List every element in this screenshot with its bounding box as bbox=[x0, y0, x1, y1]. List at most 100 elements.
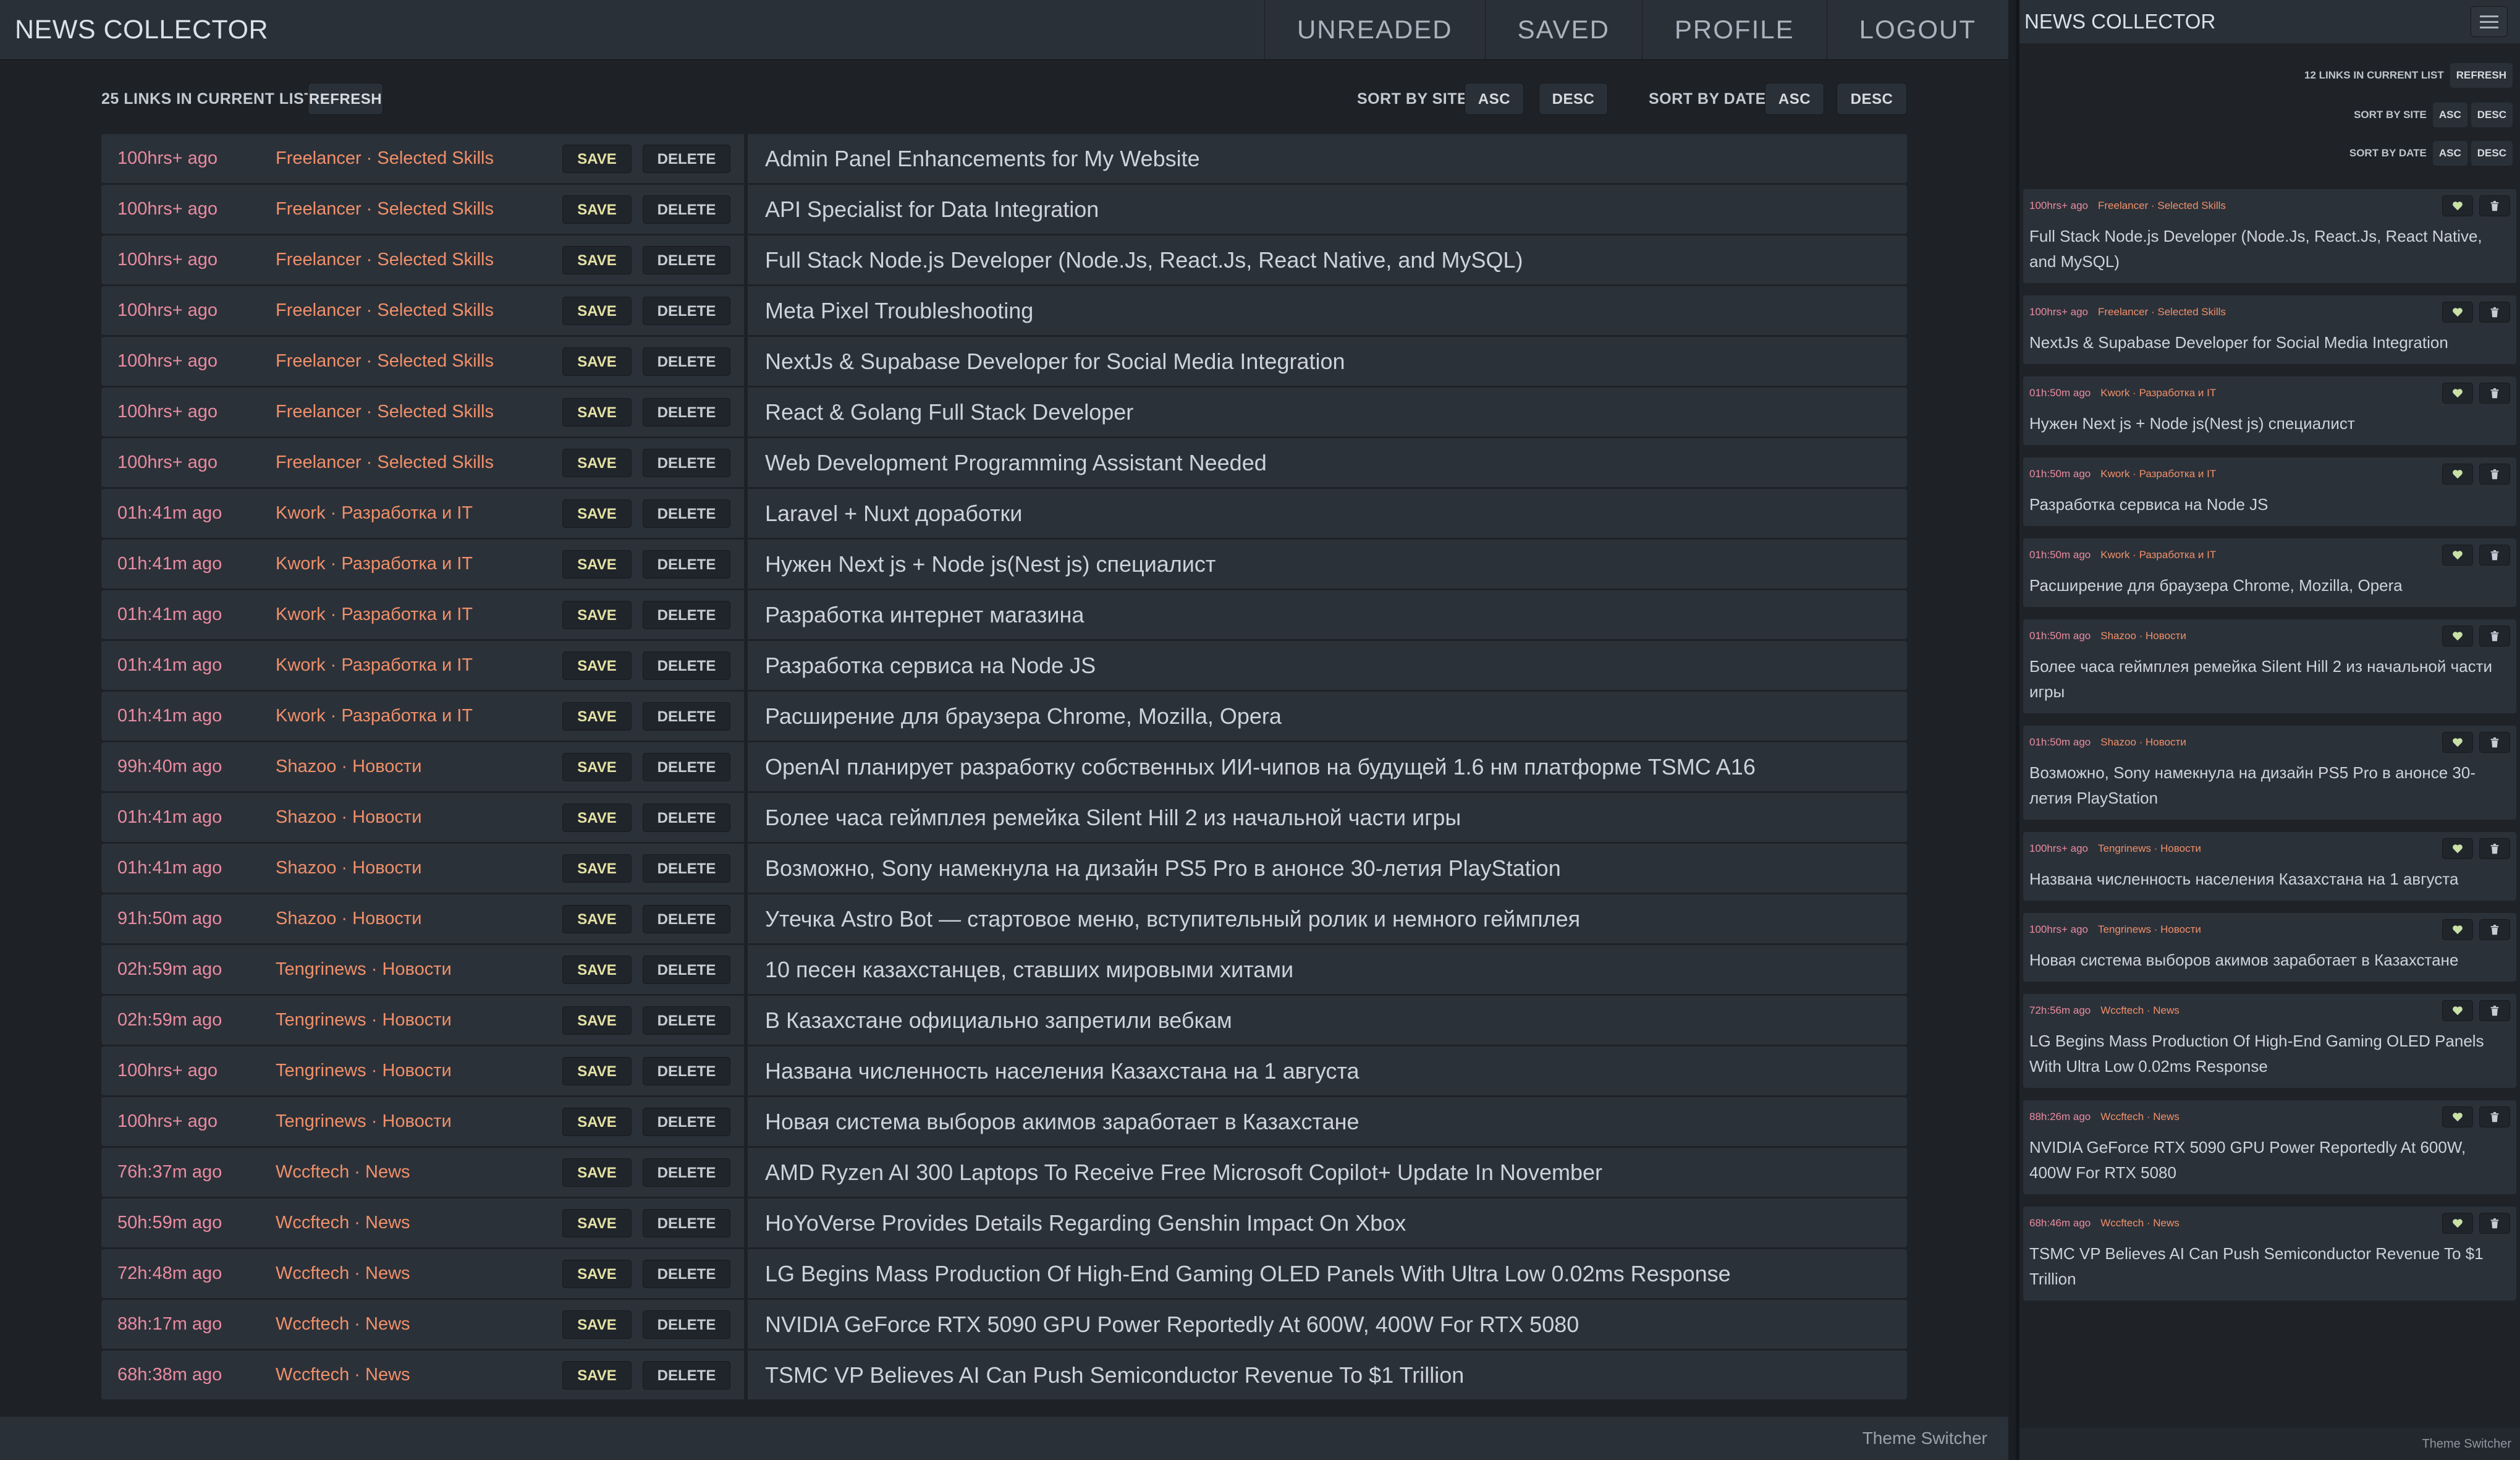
delete-button[interactable]: DELETE bbox=[643, 347, 730, 376]
save-button[interactable]: SAVE bbox=[562, 550, 632, 579]
trash-icon[interactable] bbox=[2479, 195, 2510, 216]
save-button[interactable]: SAVE bbox=[562, 1158, 632, 1187]
item-title-link[interactable]: API Specialist for Data Integration bbox=[765, 185, 1895, 234]
mobile-theme-switcher-link[interactable]: Theme Switcher bbox=[2422, 1428, 2512, 1460]
mobile-item-title-link[interactable]: Full Stack Node.js Developer (Node.Js, R… bbox=[2029, 224, 2510, 274]
heart-icon[interactable] bbox=[2442, 1213, 2473, 1234]
save-button[interactable]: SAVE bbox=[562, 398, 632, 427]
nav-profile[interactable]: PROFILE bbox=[1641, 0, 1827, 59]
mobile-refresh-button[interactable]: REFRESH bbox=[2450, 63, 2513, 88]
delete-button[interactable]: DELETE bbox=[643, 1209, 730, 1237]
save-button[interactable]: SAVE bbox=[562, 449, 632, 477]
item-title-link[interactable]: Web Development Programming Assistant Ne… bbox=[765, 438, 1895, 487]
item-title-link[interactable]: Нужен Next js + Node js(Nest js) специал… bbox=[765, 540, 1895, 588]
mobile-item-title-link[interactable]: Разработка сервиса на Node JS bbox=[2029, 492, 2510, 517]
save-button[interactable]: SAVE bbox=[562, 1057, 632, 1085]
save-button[interactable]: SAVE bbox=[562, 1209, 632, 1237]
mobile-item-title-link[interactable]: NVIDIA GeForce RTX 5090 GPU Power Report… bbox=[2029, 1135, 2510, 1186]
item-title-link[interactable]: Новая система выборов акимов заработает … bbox=[765, 1097, 1895, 1146]
delete-button[interactable]: DELETE bbox=[643, 1361, 730, 1390]
mobile-sort-date-asc-button[interactable]: ASC bbox=[2432, 141, 2467, 166]
save-button[interactable]: SAVE bbox=[562, 601, 632, 629]
item-title-link[interactable]: NextJs & Supabase Developer for Social M… bbox=[765, 337, 1895, 386]
trash-icon[interactable] bbox=[2479, 919, 2510, 940]
save-button[interactable]: SAVE bbox=[562, 347, 632, 376]
save-button[interactable]: SAVE bbox=[562, 804, 632, 832]
delete-button[interactable]: DELETE bbox=[643, 651, 730, 680]
item-title-link[interactable]: Расширение для браузера Chrome, Mozilla,… bbox=[765, 692, 1895, 741]
delete-button[interactable]: DELETE bbox=[643, 1108, 730, 1136]
save-button[interactable]: SAVE bbox=[562, 195, 632, 224]
item-title-link[interactable]: Названа численность населения Казахстана… bbox=[765, 1046, 1895, 1095]
mobile-sort-site-asc-button[interactable]: ASC bbox=[2432, 103, 2467, 127]
save-button[interactable]: SAVE bbox=[562, 905, 632, 933]
sort-site-desc-button[interactable]: DESC bbox=[1539, 83, 1608, 115]
item-title-link[interactable]: 10 песен казахстанцев, ставших мировыми … bbox=[765, 945, 1895, 994]
heart-icon[interactable] bbox=[2442, 464, 2473, 485]
brand-title[interactable]: NEWS COLLECTOR bbox=[15, 0, 268, 59]
delete-button[interactable]: DELETE bbox=[643, 1310, 730, 1339]
nav-saved[interactable]: SAVED bbox=[1484, 0, 1642, 59]
item-title-link[interactable]: Laravel + Nuxt доработки bbox=[765, 489, 1895, 538]
save-button[interactable]: SAVE bbox=[562, 651, 632, 680]
heart-icon[interactable] bbox=[2442, 545, 2473, 566]
delete-button[interactable]: DELETE bbox=[643, 1260, 730, 1288]
trash-icon[interactable] bbox=[2479, 464, 2510, 485]
trash-icon[interactable] bbox=[2479, 1213, 2510, 1234]
nav-logout[interactable]: LOGOUT bbox=[1826, 0, 2008, 59]
trash-icon[interactable] bbox=[2479, 732, 2510, 753]
sort-date-desc-button[interactable]: DESC bbox=[1837, 83, 1907, 115]
heart-icon[interactable] bbox=[2442, 1000, 2473, 1021]
mobile-item-title-link[interactable]: Названа численность населения Казахстана… bbox=[2029, 867, 2510, 892]
delete-button[interactable]: DELETE bbox=[643, 1057, 730, 1085]
save-button[interactable]: SAVE bbox=[562, 145, 632, 173]
save-button[interactable]: SAVE bbox=[562, 1108, 632, 1136]
item-title-link[interactable]: NVIDIA GeForce RTX 5090 GPU Power Report… bbox=[765, 1300, 1895, 1349]
save-button[interactable]: SAVE bbox=[562, 753, 632, 781]
trash-icon[interactable] bbox=[2479, 1000, 2510, 1021]
item-title-link[interactable]: Возможно, Sony намекнула на дизайн PS5 P… bbox=[765, 844, 1895, 893]
mobile-item-title-link[interactable]: Расширение для браузера Chrome, Mozilla,… bbox=[2029, 573, 2510, 598]
delete-button[interactable]: DELETE bbox=[643, 449, 730, 477]
heart-icon[interactable] bbox=[2442, 626, 2473, 647]
nav-unreaded[interactable]: UNREADED bbox=[1264, 0, 1485, 59]
mobile-item-title-link[interactable]: Более часа геймплея ремейка Silent Hill … bbox=[2029, 654, 2510, 705]
save-button[interactable]: SAVE bbox=[562, 702, 632, 731]
save-button[interactable]: SAVE bbox=[562, 956, 632, 984]
heart-icon[interactable] bbox=[2442, 838, 2473, 859]
delete-button[interactable]: DELETE bbox=[643, 601, 730, 629]
theme-switcher-link[interactable]: Theme Switcher bbox=[1863, 1417, 1987, 1460]
sort-date-asc-button[interactable]: ASC bbox=[1765, 83, 1824, 115]
trash-icon[interactable] bbox=[2479, 626, 2510, 647]
heart-icon[interactable] bbox=[2442, 195, 2473, 216]
delete-button[interactable]: DELETE bbox=[643, 297, 730, 325]
hamburger-icon[interactable] bbox=[2471, 6, 2508, 37]
item-title-link[interactable]: LG Begins Mass Production Of High-End Ga… bbox=[765, 1249, 1895, 1298]
item-title-link[interactable]: В Казахстане официально запретили вебкам bbox=[765, 996, 1895, 1045]
heart-icon[interactable] bbox=[2442, 919, 2473, 940]
mobile-item-title-link[interactable]: Новая система выборов акимов заработает … bbox=[2029, 948, 2510, 973]
delete-button[interactable]: DELETE bbox=[643, 1158, 730, 1187]
save-button[interactable]: SAVE bbox=[562, 1310, 632, 1339]
delete-button[interactable]: DELETE bbox=[643, 398, 730, 427]
delete-button[interactable]: DELETE bbox=[643, 195, 730, 224]
heart-icon[interactable] bbox=[2442, 383, 2473, 404]
save-button[interactable]: SAVE bbox=[562, 1006, 632, 1035]
save-button[interactable]: SAVE bbox=[562, 499, 632, 528]
mobile-sort-site-desc-button[interactable]: DESC bbox=[2471, 103, 2513, 127]
item-title-link[interactable]: React & Golang Full Stack Developer bbox=[765, 388, 1895, 436]
sort-site-asc-button[interactable]: ASC bbox=[1465, 83, 1524, 115]
delete-button[interactable]: DELETE bbox=[643, 702, 730, 731]
trash-icon[interactable] bbox=[2479, 838, 2510, 859]
delete-button[interactable]: DELETE bbox=[643, 550, 730, 579]
item-title-link[interactable]: Разработка интернет магазина bbox=[765, 590, 1895, 639]
item-title-link[interactable]: Full Stack Node.js Developer (Node.Js, R… bbox=[765, 236, 1895, 284]
save-button[interactable]: SAVE bbox=[562, 246, 632, 274]
heart-icon[interactable] bbox=[2442, 1106, 2473, 1127]
delete-button[interactable]: DELETE bbox=[643, 753, 730, 781]
save-button[interactable]: SAVE bbox=[562, 1361, 632, 1390]
trash-icon[interactable] bbox=[2479, 1106, 2510, 1127]
mobile-item-title-link[interactable]: NextJs & Supabase Developer for Social M… bbox=[2029, 330, 2510, 355]
trash-icon[interactable] bbox=[2479, 302, 2510, 323]
mobile-sort-date-desc-button[interactable]: DESC bbox=[2471, 141, 2513, 166]
